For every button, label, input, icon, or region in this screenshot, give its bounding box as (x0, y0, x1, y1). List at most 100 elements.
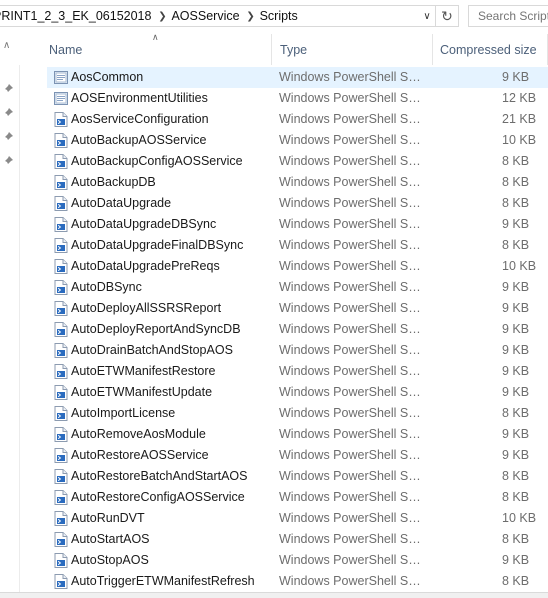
breadcrumb[interactable]: PRINT1_2_3_EK_06152018 ❯ AOSService ❯ Sc… (0, 5, 436, 27)
file-compressed-size: 9 KB (502, 217, 530, 231)
file-name[interactable]: AutoDataUpgradeFinalDBSync (71, 238, 243, 252)
file-name[interactable]: AutoDeployReportAndSyncDB (71, 322, 241, 336)
file-name[interactable]: AutoRestoreBatchAndStartAOS (71, 469, 247, 483)
file-name[interactable]: AutoDataUpgradeDBSync (71, 217, 216, 231)
file-row[interactable]: AutoTriggerETWManifestRefresh Windows Pow… (47, 571, 548, 592)
file-name[interactable]: AutoBackupAOSService (71, 133, 207, 147)
file-row[interactable]: AutoDataUpgradePreReqs Windows PowerShell… (47, 256, 548, 277)
file-name[interactable]: AutoDataUpgradePreReqs (71, 259, 220, 273)
file-compressed-size: 9 KB (502, 70, 530, 84)
breadcrumb-item[interactable]: Scripts (260, 9, 300, 23)
file-compressed-size: 8 KB (502, 574, 530, 588)
navigation-pane: ∧ (0, 34, 20, 597)
file-name[interactable]: AosCommon (71, 70, 143, 84)
file-row[interactable]: AutoDataUpgrade Windows PowerShell Script… (47, 193, 548, 214)
pin-icon[interactable] (2, 131, 14, 143)
powershell-script-icon (54, 154, 68, 169)
file-type: Windows PowerShell Script (279, 196, 425, 210)
file-row[interactable]: AutoRestoreBatchAndStartAOS Windows Power… (47, 466, 548, 487)
file-name[interactable]: AutoETWManifestUpdate (71, 385, 212, 399)
chevron-right-icon[interactable]: ❯ (242, 11, 260, 22)
file-type: Windows PowerShell Script (279, 217, 425, 231)
column-header-name[interactable]: Name (42, 34, 272, 65)
file-name[interactable]: AutoRemoveAosModule (71, 427, 206, 441)
file-compressed-size: 9 KB (502, 385, 530, 399)
file-name[interactable]: AutoStartAOS (71, 532, 150, 546)
file-type: Windows PowerShell Script (279, 553, 425, 567)
breadcrumb-item[interactable]: AOSService (171, 9, 241, 23)
file-type: Windows PowerShell Script (279, 175, 425, 189)
file-row[interactable]: AutoDeployAllSSRSReport Windows PowerShel… (47, 298, 548, 319)
chevron-down-icon[interactable]: ∨ (418, 5, 436, 27)
file-compressed-size: 9 KB (502, 553, 530, 567)
file-list: AosCommon Windows PowerShell Script... 9 K… (47, 67, 548, 592)
search-input[interactable] (478, 9, 548, 23)
file-name[interactable]: AutoETWManifestRestore (71, 364, 216, 378)
file-row[interactable]: AutoBackupDB Windows PowerShell Script 8 K… (47, 172, 548, 193)
file-compressed-size: 9 KB (502, 364, 530, 378)
chevron-right-icon[interactable]: ❯ (153, 11, 171, 22)
file-row[interactable]: AutoETWManifestRestore Windows PowerShell… (47, 361, 548, 382)
column-header-type[interactable]: Type (273, 34, 433, 65)
pin-icon[interactable] (2, 155, 14, 167)
file-compressed-size: 9 KB (502, 301, 530, 315)
file-type: Windows PowerShell Script (279, 385, 425, 399)
column-header-compressed-size[interactable]: Compressed size (433, 34, 548, 65)
powershell-module-icon (54, 91, 68, 106)
file-name[interactable]: AosServiceConfiguration (71, 112, 209, 126)
file-name[interactable]: AutoStopAOS (71, 553, 149, 567)
powershell-script-icon (54, 553, 68, 568)
file-name[interactable]: AutoRestoreAOSService (71, 448, 209, 462)
file-row[interactable]: AutoRestoreAOSService Windows PowerShell … (47, 445, 548, 466)
file-row[interactable]: AosServiceConfiguration Windows PowerShel… (47, 109, 548, 130)
powershell-script-icon (54, 217, 68, 232)
file-row[interactable]: AutoDeployReportAndSyncDB Windows PowerSh… (47, 319, 548, 340)
file-name[interactable]: AutoBackupDB (71, 175, 156, 189)
file-row[interactable]: AutoImportLicense Windows PowerShell Scri… (47, 403, 548, 424)
file-row[interactable]: AutoBackupConfigAOSService Windows PowerS… (47, 151, 548, 172)
file-row[interactable]: AutoStartAOS Windows PowerShell Script 8 K… (47, 529, 548, 550)
file-row[interactable]: AutoDrainBatchAndStopAOS Windows PowerShe… (47, 340, 548, 361)
search-box[interactable] (468, 5, 548, 27)
powershell-module-icon (54, 70, 68, 85)
powershell-script-icon (54, 301, 68, 316)
file-name[interactable]: AutoDeployAllSSRSReport (71, 301, 221, 315)
file-name[interactable]: AOSEnvironmentUtilities (71, 91, 208, 105)
file-row[interactable]: AOSEnvironmentUtilities Windows PowerShel… (47, 88, 548, 109)
powershell-script-icon (54, 364, 68, 379)
file-name[interactable]: AutoBackupConfigAOSService (71, 154, 243, 168)
pin-icon[interactable] (2, 107, 14, 119)
file-type: Windows PowerShell Script... (279, 91, 425, 105)
file-name[interactable]: AutoImportLicense (71, 406, 175, 420)
file-type: Windows PowerShell Script (279, 238, 425, 252)
file-row[interactable]: AutoDataUpgradeFinalDBSync Windows PowerS… (47, 235, 548, 256)
refresh-icon[interactable]: ↻ (436, 5, 459, 27)
file-row[interactable]: AutoBackupAOSService Windows PowerShell S… (47, 130, 548, 151)
file-name[interactable]: AutoDBSync (71, 280, 142, 294)
powershell-script-icon (54, 112, 68, 127)
pin-icon[interactable] (2, 83, 14, 95)
file-name[interactable]: AutoTriggerETWManifestRefresh (71, 574, 255, 588)
file-row[interactable]: AutoRunDVT Windows PowerShell Script 10 KB (47, 508, 548, 529)
powershell-script-icon (54, 343, 68, 358)
file-compressed-size: 8 KB (502, 469, 530, 483)
file-type: Windows PowerShell Script (279, 259, 425, 273)
file-row[interactable]: AutoStopAOS Windows PowerShell Script 9 KB (47, 550, 548, 571)
breadcrumb-item[interactable]: PRINT1_2_3_EK_06152018 (0, 9, 153, 23)
file-row[interactable]: AosCommon Windows PowerShell Script... 9 K… (47, 67, 548, 88)
file-name[interactable]: AutoDataUpgrade (71, 196, 171, 210)
file-name[interactable]: AutoDrainBatchAndStopAOS (71, 343, 233, 357)
horizontal-scrollbar[interactable] (0, 592, 548, 598)
file-name[interactable]: AutoRestoreConfigAOSService (71, 490, 245, 504)
powershell-script-icon (54, 175, 68, 190)
file-row[interactable]: AutoRemoveAosModule Windows PowerShell Sc… (47, 424, 548, 445)
chevron-up-icon[interactable]: ∧ (3, 40, 10, 51)
file-row[interactable]: AutoRestoreConfigAOSService Windows Power… (47, 487, 548, 508)
powershell-script-icon (54, 469, 68, 484)
file-row[interactable]: AutoETWManifestUpdate Windows PowerShell … (47, 382, 548, 403)
file-type: Windows PowerShell Script (279, 490, 425, 504)
file-row[interactable]: AutoDataUpgradeDBSync Windows PowerShell … (47, 214, 548, 235)
file-row[interactable]: AutoDBSync Windows PowerShell Script 9 KB (47, 277, 548, 298)
powershell-script-icon (54, 322, 68, 337)
file-name[interactable]: AutoRunDVT (71, 511, 145, 525)
